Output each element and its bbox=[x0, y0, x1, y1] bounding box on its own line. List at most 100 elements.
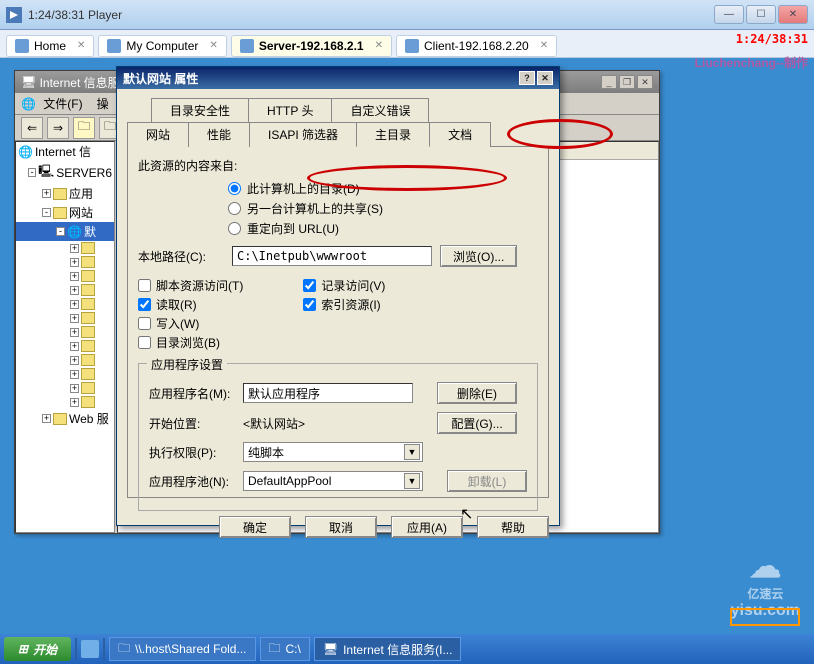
chk-write[interactable]: 写入(W) bbox=[138, 315, 243, 332]
home-directory-page: 此资源的内容来自: 此计算机上的目录(D) 另一台计算机上的共享(S) 重定向到… bbox=[127, 146, 549, 498]
tab-documents[interactable]: 文档 bbox=[429, 122, 491, 147]
player-titlebar: 1:24/38:31 Player — ☐ ✕ bbox=[0, 0, 814, 30]
app-name-label: 应用程序名(M): bbox=[149, 385, 243, 402]
folder-icon: 🗀 bbox=[269, 639, 281, 660]
cancel-button[interactable]: 取消 bbox=[305, 516, 377, 538]
chk-log-visits[interactable]: 记录访问(V) bbox=[303, 277, 385, 294]
config-button[interactable]: 配置(G)... bbox=[437, 412, 517, 434]
chk-read[interactable]: 读取(R) bbox=[138, 296, 243, 313]
close-button[interactable]: ✕ bbox=[637, 75, 653, 89]
radio-share[interactable]: 另一台计算机上的共享(S) bbox=[228, 200, 538, 217]
menu-more[interactable]: 操 bbox=[97, 95, 109, 112]
clock-badge: 1:24/38:31 bbox=[736, 32, 808, 46]
chk-browse[interactable]: 目录浏览(B) bbox=[138, 334, 243, 351]
tab-http-headers[interactable]: HTTP 头 bbox=[248, 98, 332, 122]
help-button[interactable]: 帮助 bbox=[477, 516, 549, 538]
close-button[interactable]: ✕ bbox=[537, 71, 553, 85]
delete-button[interactable]: 删除(E) bbox=[437, 382, 517, 404]
local-path-label: 本地路径(C): bbox=[138, 248, 232, 265]
app-pool-select[interactable]: DefaultAppPool▼ bbox=[243, 471, 423, 491]
folder-icon: 🗀 bbox=[118, 639, 130, 660]
chk-index[interactable]: 索引资源(I) bbox=[303, 296, 385, 313]
start-location-label: 开始位置: bbox=[149, 415, 243, 432]
tab-mycomputer[interactable]: My Computer✕ bbox=[98, 35, 226, 57]
close-icon[interactable]: ✕ bbox=[375, 40, 383, 51]
globe-icon: 🌐 bbox=[67, 225, 82, 239]
tab-isapi[interactable]: ISAPI 筛选器 bbox=[249, 122, 357, 147]
globe-icon: 🌐 bbox=[21, 97, 36, 111]
apply-button[interactable]: 应用(A) bbox=[391, 516, 463, 538]
client-icon bbox=[405, 39, 419, 53]
menu-file[interactable]: 文件(F) bbox=[43, 95, 82, 112]
taskbar-item[interactable]: 🗀\\.host\Shared Fold... bbox=[109, 637, 255, 661]
app-settings-group: 应用程序设置 应用程序名(M): 删除(E) 开始位置: <默认网站> 配置(G… bbox=[138, 363, 538, 511]
folder-icon bbox=[81, 284, 95, 296]
unload-button: 卸载(L) bbox=[447, 470, 527, 492]
server-icon: 🖳 bbox=[38, 162, 54, 183]
back-button[interactable]: ⇐ bbox=[21, 117, 43, 139]
close-icon[interactable]: ✕ bbox=[540, 40, 548, 51]
maximize-button[interactable]: ☐ bbox=[746, 5, 776, 24]
folder-icon bbox=[53, 207, 67, 219]
taskbar-item[interactable]: 🖥Internet 信息服务(I... bbox=[314, 637, 462, 661]
folder-icon bbox=[81, 298, 95, 310]
help-button[interactable]: ? bbox=[519, 71, 535, 85]
tab-performance[interactable]: 性能 bbox=[188, 122, 250, 147]
exec-perm-label: 执行权限(P): bbox=[149, 444, 243, 461]
server-icon bbox=[240, 39, 254, 53]
dialog-titlebar[interactable]: 默认网站 属性 ?✕ bbox=[117, 67, 559, 89]
taskbar-item[interactable]: 🗀C:\ bbox=[260, 637, 310, 661]
cursor-icon: ↖ bbox=[460, 504, 473, 524]
credit-text: Liuchenchang--制作 bbox=[695, 54, 808, 71]
quick-launch-icon[interactable] bbox=[81, 640, 99, 658]
windows-icon: ⊞ bbox=[18, 642, 28, 656]
chevron-down-icon: ▼ bbox=[404, 444, 420, 460]
iis-icon: 🖥 bbox=[323, 642, 338, 656]
folder-icon bbox=[81, 270, 95, 282]
close-button[interactable]: ✕ bbox=[778, 5, 808, 24]
radio-redirect[interactable]: 重定向到 URL(U) bbox=[228, 220, 538, 237]
tab-dir-security[interactable]: 目录安全性 bbox=[151, 98, 249, 122]
fwd-button[interactable]: ⇒ bbox=[47, 117, 69, 139]
globe-icon: 🌐 bbox=[18, 145, 33, 159]
folder-icon bbox=[53, 188, 67, 200]
tab-website[interactable]: 网站 bbox=[127, 122, 189, 147]
web-node: Web 服 bbox=[69, 410, 109, 427]
tab-home[interactable]: Home✕ bbox=[6, 35, 94, 57]
folder-icon bbox=[81, 312, 95, 324]
chk-script-access[interactable]: 脚本资源访问(T) bbox=[138, 277, 243, 294]
iis-tree[interactable]: 🌐Internet 信 -🖳SERVER6 +应用 -网站 -🌐默 + + + … bbox=[15, 141, 115, 533]
tab-custom-errors[interactable]: 自定义错误 bbox=[331, 98, 429, 122]
browse-button[interactable]: 浏览(O)... bbox=[440, 245, 517, 267]
close-icon[interactable]: ✕ bbox=[209, 40, 217, 51]
minimize-button[interactable]: — bbox=[714, 5, 744, 24]
app-pool-label: 应用程序池(N): bbox=[149, 473, 243, 490]
local-path-input[interactable] bbox=[232, 246, 432, 266]
tab-home-directory[interactable]: 主目录 bbox=[356, 122, 430, 147]
restore-button[interactable]: ❐ bbox=[619, 75, 635, 89]
start-location-value: <默认网站> bbox=[243, 415, 413, 432]
player-title: 1:24/38:31 Player bbox=[28, 8, 714, 22]
tab-server[interactable]: Server-192.168.2.1✕ bbox=[231, 35, 392, 57]
start-button[interactable]: ⊞ 开始 bbox=[4, 637, 71, 661]
taskbar: ⊞ 开始 🗀\\.host\Shared Fold... 🗀C:\ 🖥Inter… bbox=[0, 634, 814, 664]
exec-perm-select[interactable]: 纯脚本▼ bbox=[243, 442, 423, 462]
folder-icon bbox=[81, 326, 95, 338]
annotation-oval bbox=[307, 165, 507, 191]
vm-tabs-bar: Home✕ My Computer✕ Server-192.168.2.1✕ C… bbox=[0, 30, 814, 58]
close-icon[interactable]: ✕ bbox=[77, 40, 85, 51]
folder-icon bbox=[81, 368, 95, 380]
folder-icon bbox=[81, 382, 95, 394]
app-icon bbox=[6, 7, 22, 23]
chevron-down-icon: ▼ bbox=[404, 473, 420, 489]
folder-icon bbox=[53, 413, 67, 425]
minimize-button[interactable]: _ bbox=[601, 75, 617, 89]
app-name-input[interactable] bbox=[243, 383, 413, 403]
ok-button[interactable]: 确定 bbox=[219, 516, 291, 538]
tab-client[interactable]: Client-192.168.2.20✕ bbox=[396, 35, 557, 57]
folder-icon bbox=[81, 256, 95, 268]
folder-icon bbox=[81, 354, 95, 366]
properties-dialog: 默认网站 属性 ?✕ 目录安全性 HTTP 头 自定义错误 网站 性能 ISAP… bbox=[116, 66, 560, 526]
folder-icon bbox=[81, 396, 95, 408]
up-button[interactable]: 🗀 bbox=[73, 117, 95, 139]
